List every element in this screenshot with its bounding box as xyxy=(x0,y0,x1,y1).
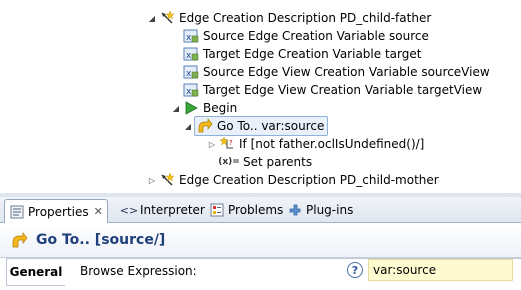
browse-expression-label: Browse Expression: xyxy=(80,264,197,278)
tree-row-if[interactable]: ▷ ? If [not father.oclIsUndefined()/] xyxy=(206,135,424,153)
tree-row-set[interactable]: (x)= Set parents xyxy=(206,153,312,171)
goto-icon xyxy=(10,230,30,250)
tree-row-label: If [not father.oclIsUndefined()/] xyxy=(239,137,425,151)
tree-row-label: Edge Creation Description PD_child-fathe… xyxy=(179,11,432,25)
tree-row-label: Source Edge Creation Variable source xyxy=(203,29,429,43)
play-icon xyxy=(182,99,200,117)
tree-row-goto[interactable]: ◢ Go To.. var:source xyxy=(182,116,329,136)
expand-toggle-icon[interactable]: ◢ xyxy=(146,9,158,27)
set-variable-icon: (x)= xyxy=(218,157,240,167)
collapsed-toggle-icon[interactable]: ▷ xyxy=(206,135,218,153)
tab-interpreter[interactable]: <> Interpreter xyxy=(117,199,209,221)
tree-row-label: Target Edge Creation Variable target xyxy=(203,47,422,61)
tree-row-begin[interactable]: ◢ Begin xyxy=(170,99,237,117)
svg-text:?: ? xyxy=(229,139,233,147)
tree-row-source-variable[interactable]: x Source Edge Creation Variable source xyxy=(170,27,429,45)
plugins-icon xyxy=(287,202,303,218)
variable-icon: x xyxy=(182,81,200,99)
model-tree: ◢ Edge Creation Description PD_child-fat… xyxy=(0,0,521,195)
properties-title: Go To.. [source/] xyxy=(36,232,166,248)
help-icon[interactable]: ? xyxy=(347,262,363,278)
problems-icon xyxy=(209,202,225,218)
tree-row-source-view-variable[interactable]: x Source Edge View Creation Variable sou… xyxy=(170,63,490,81)
tree-row-edge-creation-mother[interactable]: ▷ Edge Creation Description PD_child-mot… xyxy=(146,171,439,189)
tree-row-target-variable[interactable]: x Target Edge Creation Variable target xyxy=(170,45,421,63)
properties-header: Go To.. [source/] xyxy=(0,223,521,258)
section-tab-general[interactable]: General xyxy=(6,258,65,286)
view-tab-bar: Properties ✕ <> Interpreter Problems Plu… xyxy=(0,197,521,223)
interpreter-icon: <> xyxy=(119,203,139,217)
tab-problems[interactable]: Problems xyxy=(205,199,287,221)
tab-label: Plug-ins xyxy=(306,203,354,217)
expand-toggle-icon[interactable]: ◢ xyxy=(170,99,182,117)
tab-label: Interpreter xyxy=(140,203,205,217)
browse-expression-field[interactable]: var:source xyxy=(368,259,513,281)
close-icon[interactable]: ✕ xyxy=(94,205,103,218)
tree-row-label: Go To.. var:source xyxy=(217,119,325,133)
tree-row-label: Edge Creation Description PD_child-mothe… xyxy=(179,173,439,187)
svg-text:x: x xyxy=(186,87,192,97)
expand-toggle-icon[interactable]: ◢ xyxy=(182,117,194,135)
edge-creation-icon xyxy=(158,171,176,189)
selected-tree-item[interactable]: Go To.. var:source xyxy=(194,116,329,136)
edge-creation-icon xyxy=(158,9,176,27)
svg-text:x: x xyxy=(186,33,192,43)
variable-icon: x xyxy=(182,27,200,45)
properties-icon xyxy=(9,204,25,220)
svg-text:x: x xyxy=(186,69,192,79)
collapsed-toggle-icon[interactable]: ▷ xyxy=(146,171,158,189)
tab-label: Properties xyxy=(28,204,89,219)
tree-row-label: Set parents xyxy=(243,155,313,169)
tree-row-edge-creation-father[interactable]: ◢ Edge Creation Description PD_child-fat… xyxy=(146,9,431,27)
variable-icon: x xyxy=(182,45,200,63)
goto-icon xyxy=(196,117,214,135)
tree-row-label: Target Edge View Creation Variable targe… xyxy=(203,83,483,97)
svg-text:x: x xyxy=(186,51,192,61)
tab-label: Problems xyxy=(228,203,284,217)
tab-properties[interactable]: Properties ✕ xyxy=(4,199,108,223)
tree-row-label: Begin xyxy=(203,101,238,115)
tree-row-target-view-variable[interactable]: x Target Edge View Creation Variable tar… xyxy=(170,81,482,99)
if-icon: ? xyxy=(218,135,236,153)
tree-row-label: Source Edge View Creation Variable sourc… xyxy=(203,65,490,79)
variable-icon: x xyxy=(182,63,200,81)
properties-content: General Browse Expression: ? var:source xyxy=(0,258,521,290)
tab-plugins[interactable]: Plug-ins xyxy=(283,199,357,221)
